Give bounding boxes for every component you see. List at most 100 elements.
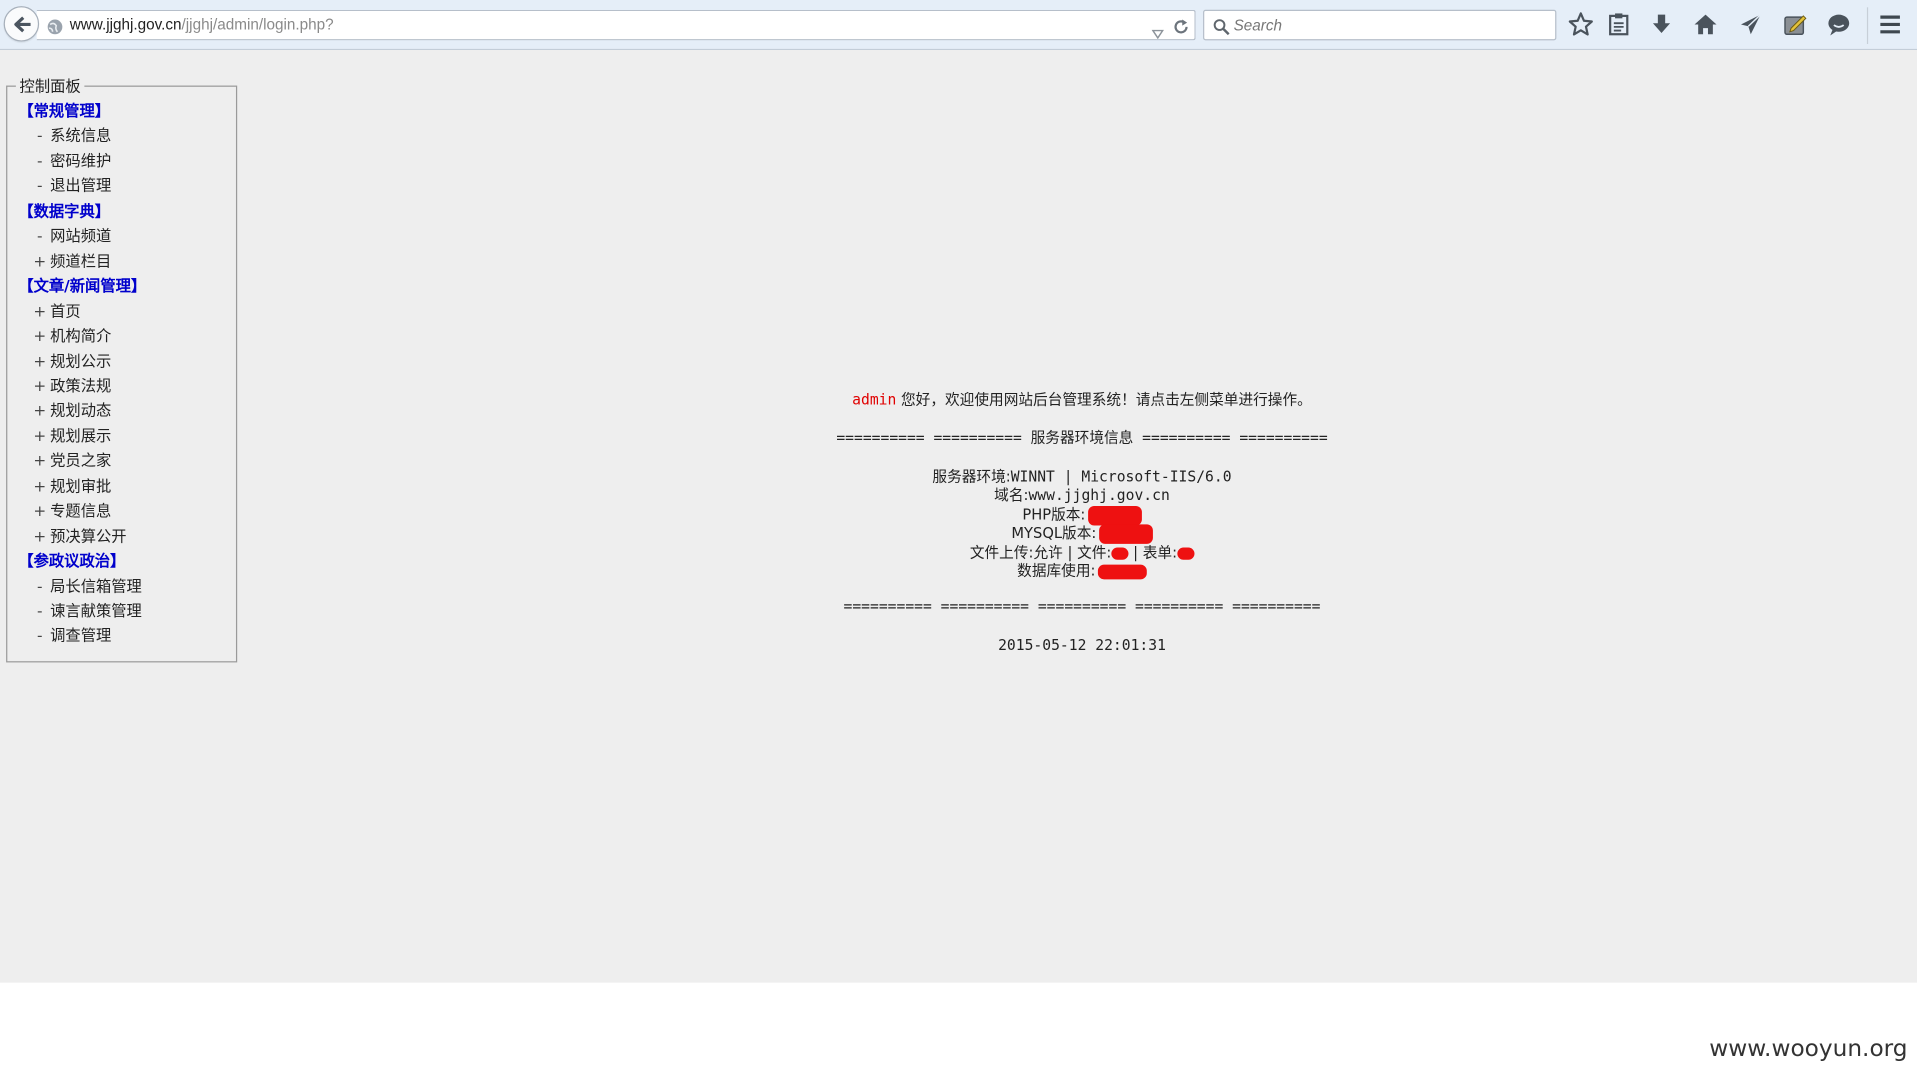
menu-item[interactable]: + 规划审批 — [32, 476, 111, 496]
menu-item-label: 政策法规 — [50, 376, 112, 395]
admin-username: admin — [852, 391, 897, 409]
menu-item-label: 频道栏目 — [50, 251, 112, 270]
menu-item-label: 密码维护 — [50, 151, 112, 170]
browser-toolbar: www.jjghj.gov.cn/jjghj/admin/login.php? — [0, 0, 1917, 51]
mysql-version-label: MYSQL版本: — [1011, 524, 1097, 542]
screenshot-addon-button[interactable] — [1781, 11, 1810, 40]
hamburger-menu-icon — [1880, 15, 1900, 34]
menu-item[interactable]: - 系统信息 — [32, 126, 111, 146]
domain-label: 域名: — [994, 486, 1029, 504]
file-size-redaction — [1111, 546, 1129, 560]
menu-item-marker: + — [33, 476, 47, 495]
menu-button[interactable] — [1877, 11, 1906, 40]
clipboard-icon — [1609, 13, 1629, 36]
db-usage-label: 数据库使用: — [1017, 562, 1096, 580]
welcome-message: 您好，欢迎使用网站后台管理系统！请点击左侧菜单进行操作。 — [896, 391, 1312, 409]
menu-item-marker: - — [36, 626, 43, 645]
menu-item[interactable]: - 密码维护 — [32, 151, 111, 171]
menu-item[interactable]: + 首页 — [32, 301, 81, 321]
dropmarker-icon[interactable] — [1151, 21, 1165, 44]
reading-list-button[interactable] — [1605, 11, 1634, 40]
db-usage-line: 数据库使用: — [715, 560, 1449, 581]
form-size-redaction — [1177, 546, 1195, 560]
menu-item-label: 专题信息 — [50, 501, 112, 520]
menu-item-label: 规划公示 — [50, 351, 112, 370]
upload-label: 文件上传: — [969, 543, 1034, 561]
back-button[interactable] — [3, 6, 40, 42]
menu-item[interactable]: - 调查管理 — [32, 626, 111, 646]
menu-item[interactable]: + 政策法规 — [32, 376, 111, 396]
menu-item-label: 谏言献策管理 — [50, 601, 142, 620]
server-env-label: 服务器环境: — [932, 468, 1011, 486]
menu-item[interactable]: - 局长信箱管理 — [32, 576, 142, 596]
menu-item-marker: + — [33, 351, 47, 370]
menu-item[interactable]: + 党员之家 — [32, 451, 111, 471]
search-input[interactable] — [1233, 13, 1540, 37]
domain-value: www.jjghj.gov.cn — [1028, 486, 1170, 504]
menu-category-3[interactable]: 【参政议政治】 — [18, 551, 125, 571]
menu-item[interactable]: + 专题信息 — [32, 501, 111, 521]
menu-category-2[interactable]: 【文章/新闻管理】 — [18, 276, 146, 296]
timestamp: 2015-05-12 22:01:31 — [998, 636, 1166, 654]
db-usage-redaction — [1097, 564, 1147, 579]
menu-item-marker: + — [33, 501, 47, 520]
menu-item[interactable]: - 退出管理 — [32, 176, 111, 196]
menu-item[interactable]: - 谏言献策管理 — [32, 601, 142, 621]
control-panel: 控制面板 【常规管理】 - 系统信息 - 密码维护 - 退出管理 【数据字典】 - 网站频道 + 频道… — [6, 75, 238, 663]
mysql-version-redaction — [1098, 523, 1153, 544]
menu-item[interactable]: - 网站频道 — [32, 226, 111, 246]
menu-item-marker: + — [33, 326, 47, 345]
chat-button[interactable] — [1825, 11, 1854, 40]
reload-icon[interactable] — [1172, 17, 1189, 40]
menu-item-label: 局长信箱管理 — [50, 576, 142, 595]
menu-item[interactable]: + 预决算公开 — [32, 526, 127, 546]
menu-item-label: 预决算公开 — [50, 526, 127, 545]
form-label: | 表单: — [1128, 543, 1178, 561]
watermark: www.wooyun.org — [1709, 1035, 1908, 1063]
menu-item-label: 规划展示 — [50, 426, 112, 445]
menu-item[interactable]: + 规划展示 — [32, 426, 111, 446]
send-button[interactable] — [1737, 11, 1766, 40]
menu-item-marker: - — [36, 151, 43, 170]
globe-icon — [46, 17, 63, 40]
url-bar[interactable]: www.jjghj.gov.cn/jjghj/admin/login.php? — [36, 9, 1196, 44]
bookmark-star-button[interactable] — [1567, 11, 1596, 40]
home-button[interactable] — [1692, 11, 1721, 40]
menu-item-marker: - — [36, 576, 43, 595]
menu-item-label: 党员之家 — [50, 451, 112, 470]
menu-item-marker: + — [33, 451, 47, 470]
menu-item-marker: + — [33, 401, 47, 420]
menu-item-marker: + — [33, 251, 47, 270]
page-content: 控制面板 【常规管理】 - 系统信息 - 密码维护 - 退出管理 【数据字典】 - 网站频道 + 频道… — [0, 50, 1917, 983]
menu-item-label: 规划动态 — [50, 401, 112, 420]
chat-bubble-icon — [1828, 14, 1850, 36]
menu-item[interactable]: + 频道栏目 — [32, 251, 111, 271]
menu-item[interactable]: + 机构简介 — [32, 326, 111, 346]
toolbar-separator — [1866, 7, 1869, 44]
menu-item-marker: - — [36, 176, 43, 195]
download-arrow-icon — [1652, 14, 1671, 33]
star-icon — [1568, 12, 1593, 36]
menu-category-0[interactable]: 【常规管理】 — [18, 101, 110, 121]
menu-item-label: 网站频道 — [50, 226, 112, 245]
downloads-button[interactable] — [1648, 11, 1677, 40]
menu-item-label: 机构简介 — [50, 326, 112, 345]
menu-item-label: 调查管理 — [50, 626, 112, 645]
upload-value: 允许 | 文件: — [1033, 543, 1112, 561]
domain-line: 域名:www.jjghj.gov.cn — [715, 484, 1449, 505]
back-arrow-icon — [14, 16, 31, 33]
url-domain: www.jjghj.gov.cn — [69, 15, 182, 33]
menu-item-marker: + — [33, 376, 47, 395]
divider-top: ========== ========== 服务器环境信息 ==========… — [836, 428, 1328, 447]
divider-bottom: ========== ========== ========== =======… — [843, 597, 1321, 615]
welcome-line: admin 您好，欢迎使用网站后台管理系统！请点击左侧菜单进行操作。 — [715, 389, 1449, 410]
menu-item[interactable]: + 规划公示 — [32, 351, 111, 371]
menu-item-label: 规划审批 — [50, 476, 112, 495]
home-icon — [1694, 14, 1717, 35]
menu-item-label: 系统信息 — [50, 126, 112, 145]
search-icon — [1213, 17, 1230, 40]
menu-category-1[interactable]: 【数据字典】 — [18, 201, 110, 221]
search-bar[interactable] — [1203, 9, 1557, 41]
menu-item[interactable]: + 规划动态 — [32, 401, 111, 421]
url-text: www.jjghj.gov.cn/jjghj/admin/login.php? — [70, 16, 334, 33]
